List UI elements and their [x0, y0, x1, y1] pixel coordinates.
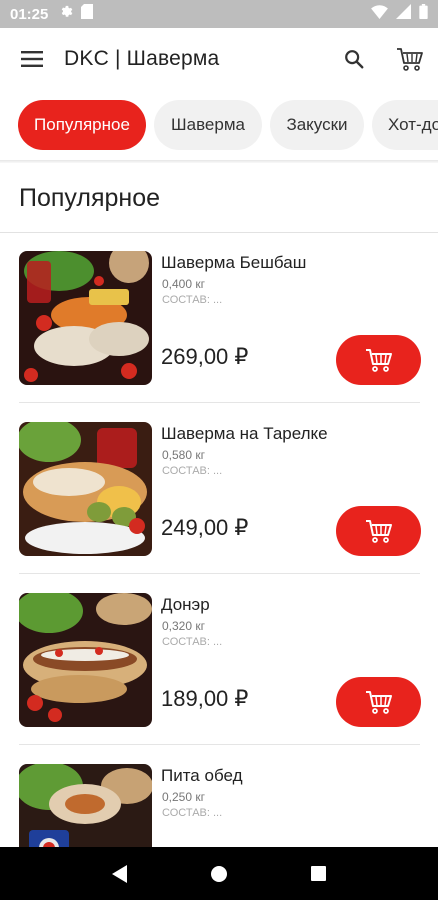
add-to-cart-button[interactable]	[336, 335, 421, 385]
product-card[interactable]: Шаверма Бешбаш 0,400 кг СОСТАВ: ... 269,…	[0, 233, 438, 403]
signal-icon	[396, 4, 411, 24]
cart-icon	[365, 349, 392, 372]
row-divider	[19, 744, 420, 745]
product-name: Шаверма на Тарелке	[161, 424, 328, 443]
product-description: СОСТАВ: ...	[162, 807, 223, 819]
product-name: Донэр	[161, 595, 210, 614]
category-tabs: Популярное Шаверма Закуски Хот-до	[0, 98, 438, 154]
cart-icon	[365, 520, 392, 543]
row-divider	[19, 402, 420, 403]
product-weight: 0,250 кг	[162, 790, 205, 804]
add-to-cart-button[interactable]	[336, 677, 421, 727]
section-title: Популярное	[19, 184, 161, 212]
hamburger-menu-icon[interactable]	[0, 28, 64, 90]
product-description: СОСТАВ: ...	[162, 636, 223, 648]
system-nav-bar	[0, 847, 438, 900]
app-bar: DKC | Шаверма	[0, 28, 438, 90]
product-image[interactable]	[19, 251, 152, 385]
add-to-cart-button[interactable]	[336, 506, 421, 556]
product-price: 249,00 ₽	[161, 515, 249, 540]
app-title: DKC | Шаверма	[64, 47, 220, 70]
product-card[interactable]: Шаверма на Тарелке 0,580 кг СОСТАВ: ... …	[0, 404, 438, 574]
tab-snacks[interactable]: Закуски	[270, 100, 364, 150]
product-description: СОСТАВ: ...	[162, 294, 223, 306]
tab-hotdogs[interactable]: Хот-до	[372, 100, 438, 150]
gear-icon	[58, 4, 73, 24]
product-weight: 0,580 кг	[162, 448, 205, 462]
recents-icon[interactable]	[298, 854, 338, 894]
product-name: Пита обед	[161, 766, 243, 785]
product-name: Шаверма Бешбаш	[161, 253, 307, 272]
search-icon[interactable]	[326, 28, 382, 90]
product-description: СОСТАВ: ...	[162, 465, 223, 477]
back-icon[interactable]	[100, 854, 140, 894]
tab-shawarma[interactable]: Шаверма	[154, 100, 262, 150]
row-divider	[19, 573, 420, 574]
battery-icon	[419, 4, 428, 24]
product-weight: 0,320 кг	[162, 619, 205, 633]
status-time: 01:25	[10, 5, 49, 23]
product-price: 269,00 ₽	[161, 344, 249, 369]
sd-card-icon	[81, 4, 94, 24]
product-price: 189,00 ₽	[161, 686, 249, 711]
cart-icon[interactable]	[382, 28, 438, 90]
home-icon[interactable]	[199, 854, 239, 894]
product-image[interactable]	[19, 422, 152, 556]
product-weight: 0,400 кг	[162, 277, 205, 291]
tab-popular[interactable]: Популярное	[18, 100, 146, 150]
status-bar: 01:25	[0, 0, 438, 28]
tabs-divider	[0, 160, 438, 163]
wifi-icon	[371, 4, 388, 24]
product-card[interactable]: Донэр 0,320 кг СОСТАВ: ... 189,00 ₽	[0, 575, 438, 745]
product-image[interactable]	[19, 593, 152, 727]
cart-icon	[365, 691, 392, 714]
